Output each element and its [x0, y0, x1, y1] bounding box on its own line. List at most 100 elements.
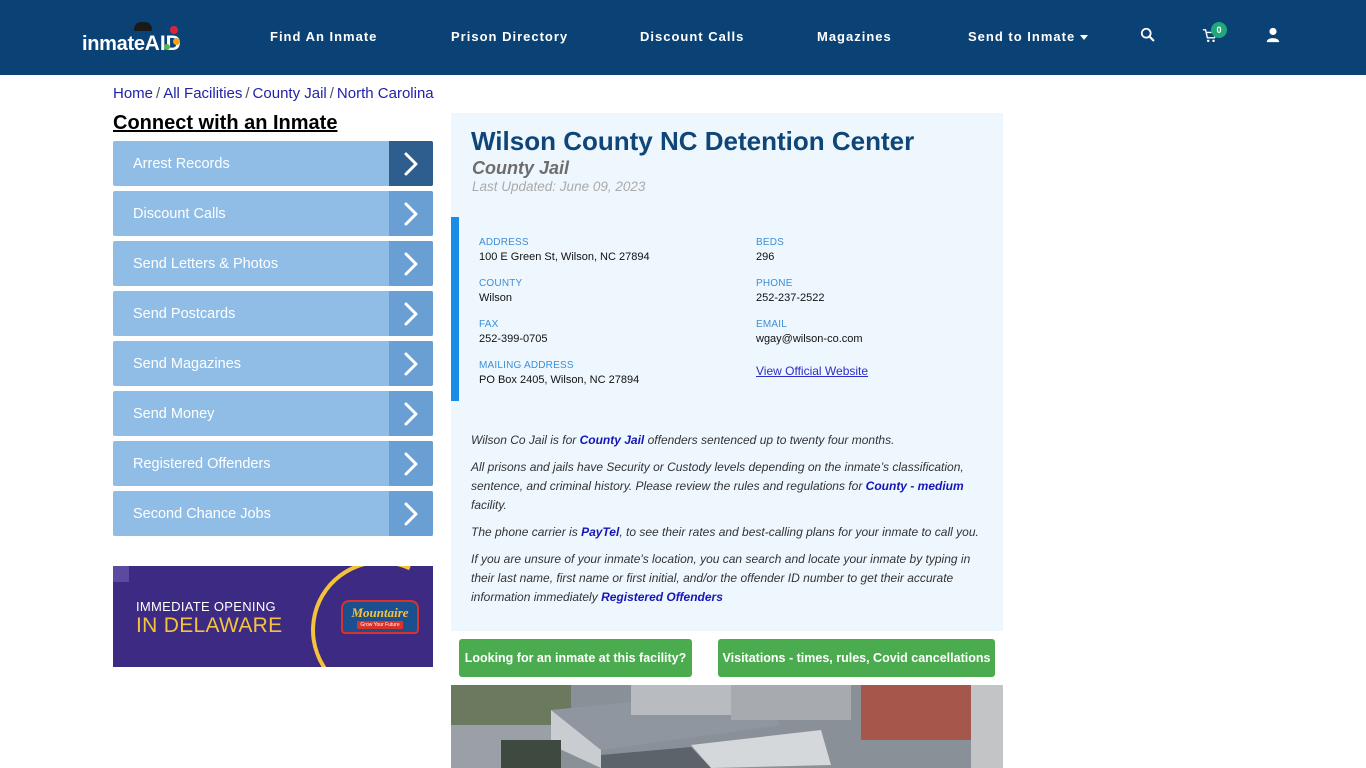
sidebar-item-label: Discount Calls: [133, 205, 226, 222]
phone-field: PHONE 252-237-2522: [756, 278, 825, 304]
beds-label: BEDS: [756, 237, 785, 248]
caret-down-icon: [1080, 35, 1089, 41]
chevron-right-icon: [389, 341, 433, 386]
graduation-hat-icon: [134, 22, 152, 31]
logo-text: inmate: [82, 33, 145, 55]
sidebar-item-arrest-records[interactable]: Arrest Records: [113, 141, 433, 186]
facility-panel: Wilson County NC Detention Center County…: [451, 113, 1003, 631]
sidebar-item-discount-calls[interactable]: Discount Calls: [113, 191, 433, 236]
chevron-right-icon: [389, 191, 433, 236]
email-field: EMAIL wgay@wilson-co.com: [756, 319, 863, 345]
sidebar-item-send-postcards[interactable]: Send Postcards: [113, 291, 433, 336]
chevron-right-icon: [389, 441, 433, 486]
website-field: View Official Website: [756, 362, 868, 380]
mailing-address-label: MAILING ADDRESS: [479, 360, 574, 371]
nav-label: Send to Inmate: [968, 29, 1076, 44]
breadcrumb-separator: /: [156, 85, 161, 102]
chevron-right-icon: [389, 391, 433, 436]
sidebar-item-second-chance-jobs[interactable]: Second Chance Jobs: [113, 491, 433, 536]
phone-label: PHONE: [756, 278, 793, 289]
sidebar-item-send-money[interactable]: Send Money: [113, 391, 433, 436]
facility-aerial-photo: [451, 685, 1003, 768]
sidebar-item-label: Second Chance Jobs: [133, 505, 271, 522]
ad-decoration: [113, 566, 129, 582]
description-paragraph: The phone carrier is PayTel, to see thei…: [471, 523, 986, 542]
phone-value: 252-237-2522: [756, 292, 825, 304]
sidebar-item-label: Send Magazines: [133, 355, 242, 372]
breadcrumb-separator: /: [245, 85, 250, 102]
ad-brand: Mountaire: [351, 604, 409, 620]
beds-value: 296: [756, 251, 775, 263]
description-paragraph: If you are unsure of your inmate's locat…: [471, 550, 986, 607]
sidebar-item-label: Send Money: [133, 405, 215, 422]
chevron-right-icon: [389, 241, 433, 286]
connect-with-inmate-heading: Connect with an Inmate: [113, 112, 338, 134]
sidebar-item-label: Registered Offenders: [133, 455, 271, 472]
breadcrumb-separator: /: [329, 85, 334, 102]
chevron-right-icon: [389, 491, 433, 536]
visitations-button[interactable]: Visitations - times, rules, Covid cancel…: [718, 639, 995, 677]
sidebar-item-registered-offenders[interactable]: Registered Offenders: [113, 441, 433, 486]
facility-info-box: ADDRESS 100 E Green St, Wilson, NC 27894…: [451, 217, 1003, 401]
description-text: Wilson Co Jail is for: [471, 433, 580, 447]
address-value: 100 E Green St, Wilson, NC 27894: [479, 251, 650, 263]
facility-description: Wilson Co Jail is for County Jail offend…: [471, 431, 986, 615]
ad-subheadline: IN DELAWARE: [136, 614, 283, 637]
breadcrumb-county-jail[interactable]: County Jail: [253, 85, 327, 102]
description-paragraph: Wilson Co Jail is for County Jail offend…: [471, 431, 986, 450]
breadcrumb-north-carolina[interactable]: North Carolina: [337, 85, 434, 102]
advertisement-banner[interactable]: IMMEDIATE OPENING IN DELAWARE Mountaire …: [113, 566, 433, 667]
cart-count-badge: 0: [1211, 22, 1227, 38]
registered-offenders-link[interactable]: Registered Offenders: [601, 590, 723, 604]
nav-discount-calls[interactable]: Discount Calls: [640, 29, 744, 44]
description-text: , to see their rates and best-calling pl…: [619, 525, 979, 539]
chevron-right-icon: [389, 141, 433, 186]
ad-brand-tagline: Grow Your Future: [357, 620, 403, 629]
paytel-link[interactable]: PayTel: [581, 525, 619, 539]
sidebar-item-send-letters-photos[interactable]: Send Letters & Photos: [113, 241, 433, 286]
address-field: ADDRESS 100 E Green St, Wilson, NC 27894: [479, 237, 650, 263]
sidebar-menu: Arrest Records Discount Calls Send Lette…: [113, 141, 433, 541]
description-text: The phone carrier is: [471, 525, 582, 539]
email-label: EMAIL: [756, 319, 788, 330]
sidebar-item-label: Arrest Records: [133, 155, 230, 172]
fax-label: FAX: [479, 319, 499, 330]
description-text: offenders sentenced up to twenty four mo…: [644, 433, 895, 447]
nav-prison-directory[interactable]: Prison Directory: [451, 29, 568, 44]
mailing-address-field: MAILING ADDRESS PO Box 2405, Wilson, NC …: [479, 360, 639, 386]
description-paragraph: All prisons and jails have Security or C…: [471, 458, 986, 515]
county-value: Wilson: [479, 292, 513, 304]
nav-send-to-inmate-dropdown[interactable]: Send to Inmate: [968, 29, 1089, 44]
email-value: wgay@wilson-co.com: [756, 333, 863, 345]
description-text: facility.: [471, 498, 507, 512]
info-accent-bar: [451, 217, 459, 401]
fax-field: FAX 252-399-0705: [479, 319, 548, 345]
mountaire-logo: Mountaire Grow Your Future: [341, 600, 419, 634]
facility-title: Wilson County NC Detention Center: [471, 126, 915, 156]
logo-dot-icon: [164, 44, 170, 50]
search-icon[interactable]: [1140, 27, 1158, 45]
nav-label: Magazines: [817, 29, 892, 44]
county-jail-link[interactable]: County Jail: [580, 433, 645, 447]
facility-photo-illustration: [451, 685, 1003, 768]
nav-find-an-inmate[interactable]: Find An Inmate: [270, 29, 377, 44]
nav-label: Find An Inmate: [270, 29, 378, 44]
sidebar-item-label: Send Postcards: [133, 305, 236, 322]
sidebar-item-send-magazines[interactable]: Send Magazines: [113, 341, 433, 386]
beds-field: BEDS 296: [756, 237, 784, 263]
nav-magazines[interactable]: Magazines: [817, 29, 892, 44]
facility-type: County Jail: [472, 158, 570, 178]
breadcrumb-all-facilities[interactable]: All Facilities: [163, 85, 242, 102]
breadcrumb-home[interactable]: Home: [113, 85, 153, 102]
view-official-website-link[interactable]: View Official Website: [756, 364, 868, 378]
ad-headline: IMMEDIATE OPENING: [136, 599, 276, 614]
chevron-right-icon: [389, 291, 433, 336]
find-inmate-at-facility-button[interactable]: Looking for an inmate at this facility?: [459, 639, 692, 677]
user-account-icon[interactable]: [1265, 27, 1283, 45]
county-medium-link[interactable]: County - medium: [866, 479, 964, 493]
nav-label: Prison Directory: [451, 29, 569, 44]
fax-value: 252-399-0705: [479, 333, 548, 345]
county-field: COUNTY Wilson: [479, 278, 522, 304]
logo-dot-icon: [170, 26, 178, 34]
inmateaid-logo[interactable]: inmate AID: [82, 22, 181, 54]
